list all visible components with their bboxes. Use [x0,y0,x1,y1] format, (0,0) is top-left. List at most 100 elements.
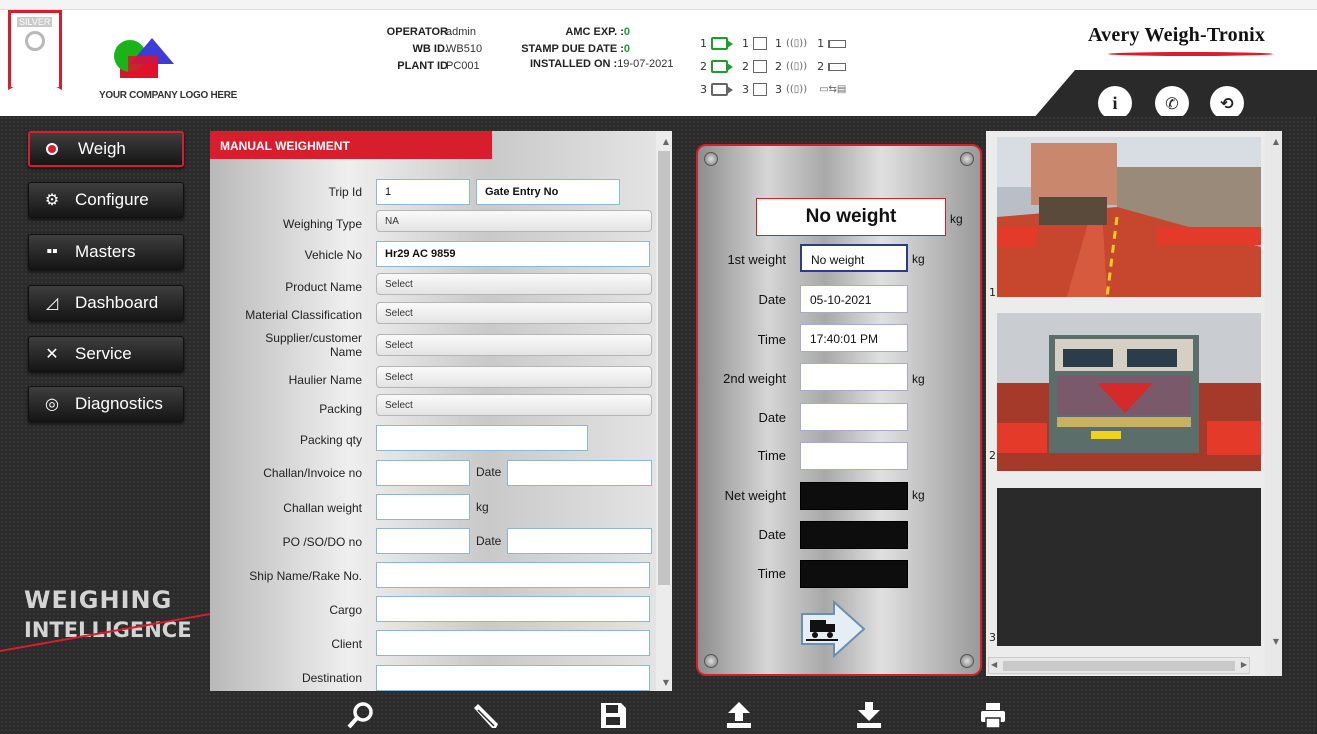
camera-image-2 [997,313,1261,471]
scroll-right-arrow[interactable]: ▶ [1241,660,1247,669]
destination-input[interactable] [376,665,650,691]
horizontal-scroll-thumb[interactable] [1003,661,1235,671]
material-classification-select[interactable]: Select [376,302,652,324]
po-date-input[interactable] [507,528,652,554]
display-icon [753,83,767,96]
sidebar-item-weigh[interactable]: Weigh [28,131,184,167]
upload-button[interactable] [722,698,756,732]
display-3-status[interactable]: 3 [742,83,767,96]
save-button[interactable] [596,698,630,732]
scroll-down-arrow[interactable]: ▼ [663,678,669,687]
serial-2-status[interactable]: 2 [817,60,847,73]
second-time-label: Time [757,448,786,463]
camera-icon [711,60,733,73]
sidebar-item-configure[interactable]: ⚙ Configure [28,182,184,218]
info-button[interactable]: i [1098,86,1132,120]
scroll-down-arrow[interactable]: ▼ [1273,637,1279,646]
company-logo [114,38,174,78]
packing-qty-input[interactable] [376,425,588,451]
sidebar-item-masters[interactable]: ▪▪ Masters [28,234,184,270]
camera-feed-2[interactable] [997,313,1261,471]
first-date-value: 05-10-2021 [800,285,908,313]
product-name-select[interactable]: Select [376,273,652,295]
challan-weight-input[interactable] [376,494,470,520]
download-icon [857,702,881,728]
camera-3-status[interactable]: 3 [700,83,733,96]
rfid-3-status[interactable]: 3 ((▯)) [775,83,809,96]
operator-label: OPERATOR [386,26,448,38]
serial-port-icon [828,62,847,71]
cargo-input[interactable] [376,596,650,622]
camera-feed-3[interactable] [997,488,1261,646]
sidebar-item-diagnostics[interactable]: ◎ Diagnostics [28,386,184,422]
device-number: 1 [817,37,825,50]
client-input[interactable] [376,630,650,656]
serial-1-status[interactable]: 1 [817,37,847,50]
logout-button[interactable]: ⟲ [1210,86,1244,120]
challan-no-input[interactable] [376,460,470,486]
sidebar-item-service[interactable]: ✕ Service [28,336,184,372]
print-icon [981,703,1005,729]
form-scrollbar[interactable]: ▲ ▼ [656,131,672,691]
camera-label-3: 3 [989,631,996,644]
edit-icon [474,704,498,728]
packing-select[interactable]: Select [376,394,652,416]
edit-button[interactable] [470,698,504,732]
truck-arrow-icon[interactable] [798,600,868,658]
challan-date-input[interactable] [507,460,652,486]
header: SILVER YOUR COMPANY LOGO HERE OPERATOR W… [0,10,1317,126]
second-weight-unit: kg [912,372,925,386]
sidebar-item-label: Weigh [78,139,126,158]
camera-scrollbar[interactable]: ▲ ▼ [1265,131,1282,676]
camera-1-status[interactable]: 1 [700,37,733,50]
first-weight-value: No weight [800,244,908,272]
camera-feed-1[interactable] [997,137,1261,297]
sidebar-item-dashboard[interactable]: ◿ Dashboard [28,285,184,321]
search-button[interactable] [344,698,378,732]
rfid-2-status[interactable]: 2 ((▯)) [775,60,809,73]
camera-horizontal-scrollbar[interactable]: ◀ ▶ [988,657,1250,674]
first-time-value: 17:40:01 PM [800,324,908,352]
display-2-status[interactable]: 2 [742,60,767,73]
supplier-select[interactable]: Select [376,334,652,356]
scroll-left-arrow[interactable]: ◀ [991,660,997,669]
net-time-label: Time [757,566,786,581]
po-no-input[interactable] [376,528,470,554]
device-number: 2 [700,60,707,73]
scroll-thumb[interactable] [658,151,670,585]
installed-value: 19-07-2021 [617,58,674,70]
phone-button[interactable]: ✆ [1155,86,1189,120]
device-number: 1 [742,37,749,50]
challan-date-label: Date [476,465,502,479]
device-row-3: 3 3 3 ((▯)) ▭⇆▤ [700,78,910,101]
trip-id-input[interactable]: 1 [376,179,470,205]
screw-icon [704,654,718,668]
ship-name-input[interactable] [376,562,650,588]
network-status[interactable]: ▭⇆▤ [817,84,848,95]
rfid-1-status[interactable]: 1 ((▯)) [775,37,809,50]
first-date-label: Date [758,292,786,307]
camera-icon [711,83,733,96]
grid-icon: ▪▪ [46,243,58,260]
stamp-value: 0 [623,43,630,55]
weighing-type-select[interactable]: NA [376,210,652,232]
sidebar-item-label: Dashboard [75,293,159,312]
scroll-up-arrow[interactable]: ▲ [663,137,669,146]
print-button[interactable] [976,698,1010,732]
window-top-strip [0,0,1317,10]
haulier-name-select[interactable]: Select [376,366,652,388]
gate-entry-input[interactable]: Gate Entry No [476,179,620,205]
diagnostics-icon: ◎ [45,396,59,413]
camera-icon [711,37,733,50]
sidebar-item-label: Service [75,344,132,363]
display-1-status[interactable]: 1 [742,37,767,50]
challan-weight-label: Challan weight [283,501,362,515]
ship-name-label: Ship Name/Rake No. [249,569,362,583]
download-button[interactable] [852,698,886,732]
screw-icon [704,152,718,166]
camera-2-status[interactable]: 2 [700,60,733,73]
vehicle-no-input[interactable]: Hr29 AC 9859 [376,241,650,267]
upload-icon [727,702,751,728]
scroll-up-arrow[interactable]: ▲ [1273,137,1279,146]
challan-weight-unit: kg [476,500,489,514]
